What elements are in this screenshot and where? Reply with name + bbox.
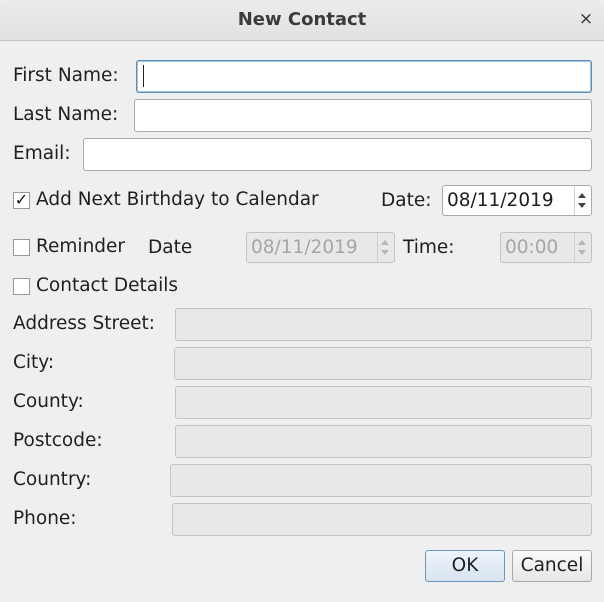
birthday-checkbox-label: Add Next Birthday to Calendar	[36, 189, 319, 210]
spinner-arrows	[574, 233, 591, 262]
birthday-date-value[interactable]: 08/11/2019	[447, 191, 554, 211]
spin-down-icon	[381, 250, 389, 255]
reminder-checkbox-label: Reminder	[36, 236, 126, 257]
spin-up-icon[interactable]	[578, 193, 586, 198]
reminder-time-label: Time:	[403, 237, 455, 258]
postcode-input	[175, 425, 592, 458]
email-label: Email:	[13, 143, 71, 164]
spin-down-icon[interactable]	[578, 203, 586, 208]
birthday-checkbox[interactable]: ✓	[13, 192, 30, 209]
spinner-arrows	[377, 233, 394, 262]
reminder-date-value: 08/11/2019	[251, 237, 358, 258]
reminder-checkbox[interactable]	[13, 239, 30, 256]
country-label: Country:	[13, 469, 92, 490]
first-name-input[interactable]	[136, 60, 592, 93]
spin-down-icon	[578, 250, 586, 255]
close-icon[interactable]: ×	[576, 9, 596, 29]
ok-button[interactable]: OK	[425, 550, 505, 582]
address-street-label: Address Street:	[13, 313, 156, 334]
last-name-label: Last Name:	[13, 104, 119, 125]
spin-up-icon	[578, 240, 586, 245]
address-street-input	[175, 308, 592, 341]
email-input[interactable]	[83, 138, 592, 171]
reminder-date-spinner: 08/11/2019	[246, 232, 395, 263]
text-cursor	[143, 65, 144, 87]
phone-label: Phone:	[13, 508, 77, 529]
spinner-arrows[interactable]	[574, 186, 591, 215]
birthday-date-label: Date:	[381, 190, 432, 211]
reminder-time-spinner: 00:00	[500, 232, 592, 263]
county-label: County:	[13, 391, 84, 412]
spin-up-icon	[381, 240, 389, 245]
last-name-input[interactable]	[134, 99, 592, 132]
birthday-date-spinner[interactable]: 08/11/2019	[442, 185, 592, 216]
first-name-label: First Name:	[13, 65, 119, 86]
new-contact-dialog: New Contact × First Name: Last Name: Ema…	[0, 0, 604, 602]
contact-details-checkbox-label: Contact Details	[36, 275, 178, 296]
country-input	[170, 464, 592, 497]
postcode-label: Postcode:	[13, 430, 103, 451]
county-input	[175, 386, 592, 419]
city-label: City:	[13, 352, 55, 373]
cancel-button[interactable]: Cancel	[512, 550, 592, 582]
contact-details-checkbox[interactable]	[13, 278, 30, 295]
title-bar: New Contact ×	[0, 0, 604, 41]
phone-input	[172, 503, 592, 536]
city-input	[174, 347, 592, 380]
reminder-date-label: Date	[148, 237, 193, 258]
reminder-time-value: 00:00	[505, 237, 559, 258]
dialog-title: New Contact	[237, 9, 367, 30]
